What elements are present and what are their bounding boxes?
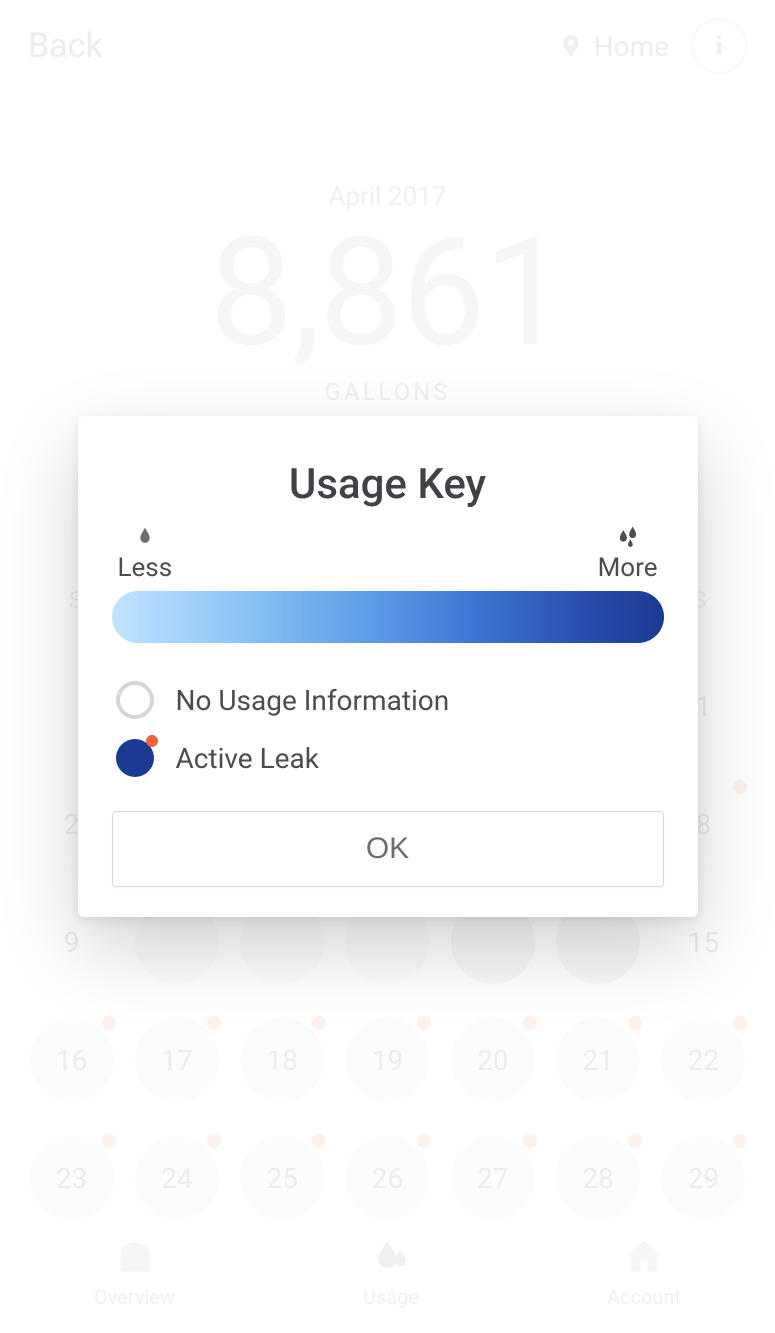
scale-more-label: More	[598, 553, 658, 583]
ok-button[interactable]: OK	[112, 811, 664, 887]
legend-active-leak: Active Leak	[112, 729, 664, 787]
usage-key-modal: Usage Key Less More No Usage Information…	[78, 416, 698, 917]
legend-no-usage-label: No Usage Information	[176, 684, 450, 717]
scale-more: More	[598, 523, 658, 583]
empty-circle-icon	[116, 681, 154, 719]
scale-less: Less	[118, 523, 173, 583]
modal-overlay[interactable]: Usage Key Less More No Usage Information…	[0, 0, 775, 1333]
leak-circle-icon	[116, 739, 154, 777]
scale-labels-row: Less More	[112, 523, 664, 591]
scale-less-label: Less	[118, 553, 173, 583]
modal-title: Usage Key	[112, 460, 664, 509]
drop-small-icon	[131, 523, 159, 551]
usage-gradient-bar	[112, 591, 664, 643]
legend-active-leak-label: Active Leak	[176, 742, 319, 775]
legend-no-usage: No Usage Information	[112, 671, 664, 729]
drops-icon	[614, 523, 642, 551]
